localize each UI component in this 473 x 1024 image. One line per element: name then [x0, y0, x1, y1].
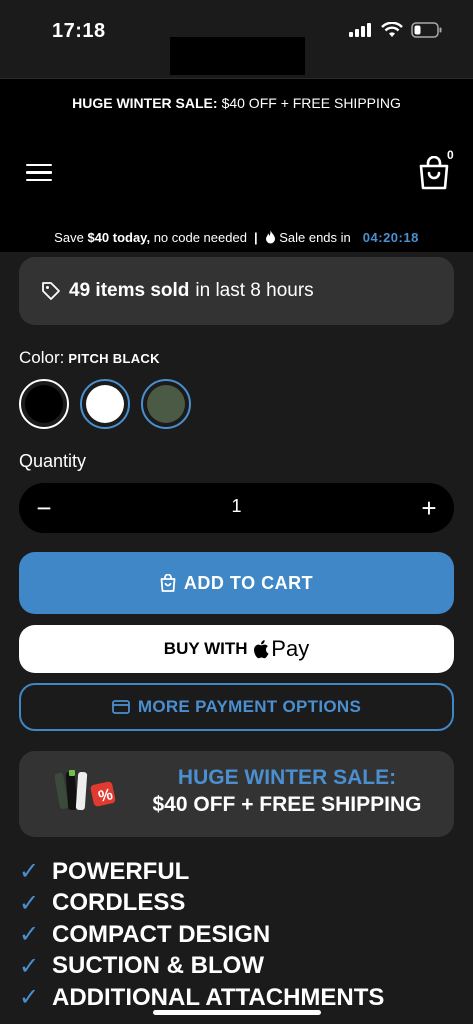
- items-sold-count: 49 items sold: [69, 280, 190, 301]
- quantity-decrease-button[interactable]: −: [19, 483, 69, 533]
- countdown-timer: 04:20:18: [362, 229, 419, 245]
- cart-count-badge: 0: [447, 148, 454, 162]
- feature-list: ✓ POWERFUL ✓ CORDLESS ✓ COMPACT DESIGN ✓ SUC…: [19, 856, 459, 1014]
- save-suffix: no code needed: [153, 229, 247, 245]
- redacted-block: [170, 37, 305, 75]
- credit-card-icon: [111, 700, 130, 714]
- check-icon: ✓: [19, 889, 40, 917]
- shopping-bag-icon[interactable]: [418, 156, 450, 190]
- quantity-value[interactable]: 1: [231, 496, 241, 517]
- sale-info-card: % HUGE WINTER SALE: $40 OFF + FREE SHIPP…: [19, 751, 454, 837]
- menu-icon: [26, 164, 52, 167]
- signal-icon: [349, 23, 371, 37]
- check-icon: ✓: [19, 921, 40, 949]
- save-prefix: Save: [54, 229, 84, 245]
- promo-banner: HUGE WINTER SALE: $40 OFF + FREE SHIPPIN…: [0, 78, 473, 126]
- color-label: Color: PITCH BLACK: [19, 348, 160, 367]
- color-swatch-green[interactable]: [141, 379, 191, 429]
- apple-pay-button[interactable]: BUY WITH Pay: [19, 625, 454, 673]
- sale-card-headline: HUGE WINTER SALE:: [177, 766, 397, 789]
- feature-item: ✓ COMPACT DESIGN: [19, 920, 271, 949]
- shopping-bag-icon: [160, 574, 176, 592]
- pay-brand-label: Pay: [271, 636, 310, 661]
- items-sold-card: 49 items sold in last 8 hours: [19, 257, 454, 325]
- status-icons: [349, 22, 443, 38]
- feature-item: ✓ SUCTION & BLOW: [19, 952, 264, 980]
- save-amount: $40 today,: [87, 229, 151, 245]
- add-to-cart-label: ADD TO CART: [183, 572, 314, 593]
- product-discount-image: %: [55, 770, 116, 811]
- more-payment-options-button[interactable]: MORE PAYMENT OPTIONS: [19, 683, 454, 731]
- feature-item: ✓ POWERFUL: [19, 857, 190, 886]
- color-swatch-white[interactable]: [80, 379, 130, 429]
- apple-logo-icon: [254, 640, 269, 659]
- check-icon: ✓: [19, 984, 40, 1012]
- selected-color: PITCH BLACK: [68, 351, 160, 366]
- quantity-label: Quantity: [19, 451, 87, 471]
- home-indicator[interactable]: [153, 1010, 321, 1015]
- feature-item: ✓ CORDLESS: [19, 889, 186, 917]
- status-bar: 17:18: [0, 0, 473, 78]
- add-to-cart-button[interactable]: ADD TO CART: [19, 552, 454, 614]
- color-swatch-black[interactable]: [19, 379, 69, 429]
- quantity-stepper: − 1 +: [19, 483, 454, 533]
- flame-icon: [265, 230, 275, 244]
- sale-timer-bar: Save $40 today, no code needed | Sale en…: [0, 222, 473, 252]
- items-sold-suffix: in last 8 hours: [195, 280, 314, 301]
- more-payment-label: MORE PAYMENT OPTIONS: [137, 697, 362, 716]
- wifi-icon: [381, 22, 403, 37]
- promo-bold: HUGE WINTER SALE:: [72, 94, 218, 111]
- quantity-increase-button[interactable]: +: [404, 483, 454, 533]
- check-icon: ✓: [19, 952, 40, 980]
- tag-icon: [42, 282, 60, 300]
- check-icon: ✓: [19, 858, 40, 886]
- status-time: 17:18: [52, 20, 106, 42]
- feature-item: ✓ ADDITIONAL ATTACHMENTS: [19, 983, 385, 1012]
- battery-icon: [411, 22, 442, 38]
- site-header: 0: [0, 126, 473, 222]
- promo-text: $40 OFF + FREE SHIPPING: [221, 94, 401, 111]
- sale-ends-label: Sale ends in: [279, 229, 351, 245]
- sale-card-offer: $40 OFF + FREE SHIPPING: [152, 793, 422, 816]
- separator: |: [253, 229, 258, 245]
- buy-with-label: BUY WITH: [163, 639, 248, 658]
- menu-button[interactable]: [26, 164, 52, 184]
